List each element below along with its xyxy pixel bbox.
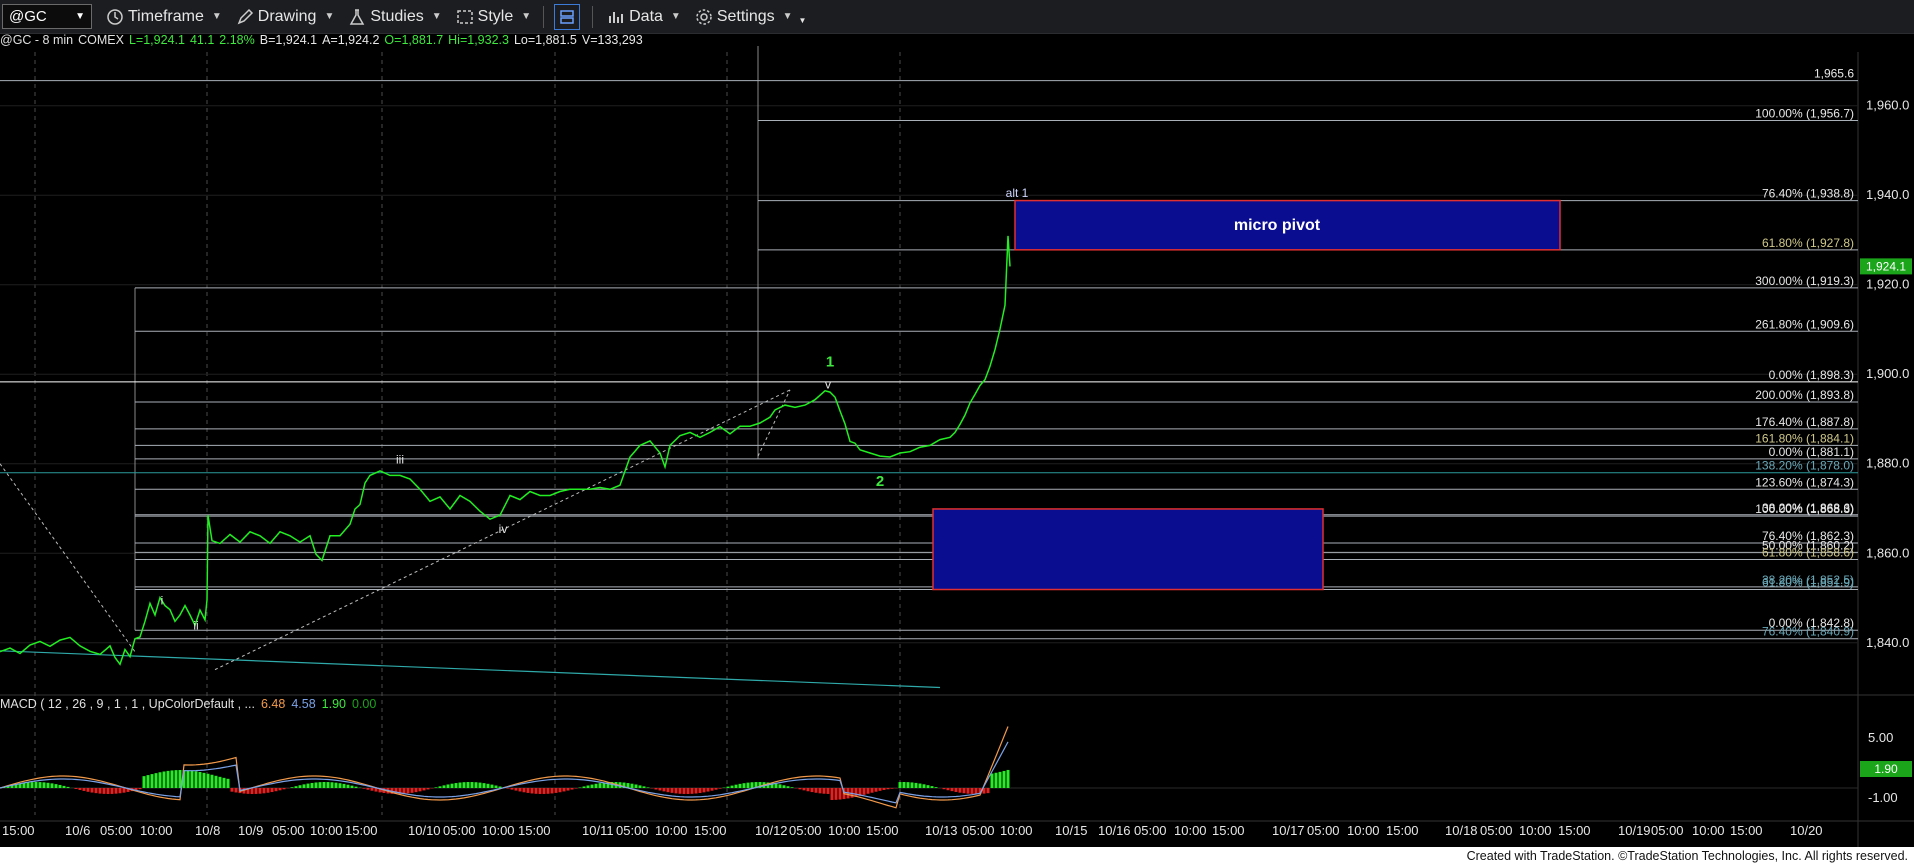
time-tick-label: 15:00	[1730, 823, 1763, 838]
retracement-label: 300.00% (1,919.3)	[1755, 274, 1854, 288]
time-tick-label: 10:00	[310, 823, 343, 838]
time-tick-label: 05:00	[616, 823, 649, 838]
time-tick-label: 10/20	[1790, 823, 1823, 838]
price-chart[interactable]: 1,840.0 1,860.0 1,880.0 1,900.0 1,920.0 1,940…	[0, 0, 1914, 847]
macd-value: 6.48	[260, 697, 286, 711]
time-tick-label: 10:00	[1000, 823, 1033, 838]
retracement-label: 200.00% (1,893.8)	[1755, 388, 1854, 402]
retracement-label: 1,965.6	[1814, 67, 1854, 81]
retracement-label: 138.20% (1,878.0)	[1755, 459, 1854, 473]
price-tick-label: 1,940.0	[1866, 187, 1909, 202]
time-tick-label: 15:00	[518, 823, 551, 838]
time-tick-label: 10/10	[408, 823, 441, 838]
support-box	[932, 508, 1324, 591]
retracement-label: 123.60% (1,874.3)	[1755, 475, 1854, 489]
time-tick-label: 10/6	[65, 823, 90, 838]
time-tick-label: 10:00	[1174, 823, 1207, 838]
time-tick-label: 10:00	[482, 823, 515, 838]
retracement-label: 61.80% (1,858.6)	[1762, 546, 1854, 560]
time-tick-label: 05:00	[962, 823, 995, 838]
retracement-label: 161.80% (1,884.1)	[1755, 431, 1854, 445]
time-tick-label: 10:00	[1692, 823, 1725, 838]
price-tick-label: 1,960.0	[1866, 98, 1909, 113]
time-tick-label: 10/12	[755, 823, 788, 838]
price-tick-label: 1,900.0	[1866, 366, 1909, 381]
time-tick-label: 05:00	[1651, 823, 1684, 838]
price-tick-label: 1,840.0	[1866, 635, 1909, 650]
copyright-text: Created with TradeStation. ©TradeStation…	[1466, 849, 1908, 863]
micro-pivot-label: micro pivot	[1234, 217, 1321, 234]
time-tick-label: 10/16	[1098, 823, 1131, 838]
time-tick-label: 15:00	[1212, 823, 1245, 838]
retracement-label: 0.00% (1,898.3)	[1769, 368, 1854, 382]
time-tick-label: 10/8	[195, 823, 220, 838]
wave-ii-label: ii	[193, 618, 198, 632]
wave-i-label: i	[161, 594, 164, 608]
time-tick-label: 05:00	[1480, 823, 1513, 838]
wave-alt1-label: alt 1	[1006, 186, 1029, 200]
macd-tick-label: 5.00	[1868, 730, 1893, 745]
wave-2-label: 2	[876, 473, 884, 490]
wave-iii-label: iii	[396, 453, 404, 467]
retracement-label: 0.00% (1,881.1)	[1769, 445, 1854, 459]
retracement-label: 38.20% (1,868.6)	[1762, 501, 1854, 515]
time-tick-label: 05:00	[1307, 823, 1340, 838]
time-tick-label: 10:00	[1347, 823, 1380, 838]
retracement-label: 61.80% (1,927.8)	[1762, 236, 1854, 250]
time-tick-label: 05:00	[100, 823, 133, 838]
time-tick-label: 10/13	[925, 823, 958, 838]
time-tick-label: 10/11	[582, 823, 614, 838]
price-tick-label: 1,920.0	[1866, 277, 1909, 292]
time-tick-label: 10/19	[1618, 823, 1651, 838]
time-tick-label: 05:00	[1134, 823, 1167, 838]
time-tick-label: 15:00	[1386, 823, 1419, 838]
macd-header: MACD ( 12 , 26 , 9 , 1 , 1 , UpColorDefa…	[0, 697, 382, 711]
time-tick-label: 10:00	[828, 823, 861, 838]
time-tick-label: 05:00	[272, 823, 305, 838]
macd-zero-value: 0.00	[352, 697, 377, 711]
retracement-label: 176.40% (1,887.8)	[1755, 415, 1854, 429]
retracement-label: 261.80% (1,909.6)	[1755, 317, 1854, 331]
last-price-label: 1,924.1	[1866, 259, 1906, 273]
time-tick-label: 10/18	[1445, 823, 1478, 838]
time-tick-label: 05:00	[789, 823, 822, 838]
footer: Created with TradeStation. ©TradeStation…	[0, 847, 1914, 865]
retracement-label: 76.40% (1,840.9)	[1762, 625, 1854, 639]
time-tick-label: 10/17	[1272, 823, 1305, 838]
time-tick-label: 10:00	[140, 823, 173, 838]
time-tick-label: 10:00	[655, 823, 688, 838]
time-tick-label: 15:00	[1558, 823, 1591, 838]
price-pane	[0, 52, 1914, 692]
macd-diff-value: 1.90	[321, 697, 346, 711]
macd-label: MACD ( 12 , 26 , 9 , 1 , 1 , UpColorDefa…	[0, 697, 255, 711]
time-tick-label: 15:00	[694, 823, 727, 838]
time-tick-label: 15:00	[866, 823, 899, 838]
retracement-label: 76.40% (1,938.8)	[1762, 187, 1854, 201]
time-tick-label: 10/9	[238, 823, 263, 838]
time-tick-label: 10/15	[1055, 823, 1088, 838]
macd-pane	[0, 697, 1914, 821]
wave-1-label: 1	[826, 354, 834, 371]
time-tick-label: 15:00	[345, 823, 378, 838]
wave-v-label: v	[825, 378, 831, 392]
retracement-label: 100.00% (1,956.7)	[1755, 106, 1854, 120]
time-tick-label: 05:00	[443, 823, 476, 838]
macd-avg-value: 4.58	[291, 697, 316, 711]
price-tick-label: 1,860.0	[1866, 545, 1909, 560]
retracement-label: 61.80% (1,851.9)	[1762, 576, 1854, 590]
price-tick-label: 1,880.0	[1866, 456, 1909, 471]
macd-last-label: 1.90	[1874, 762, 1898, 776]
macd-tick-label: -1.00	[1868, 790, 1898, 805]
time-tick-label: 15:00	[2, 823, 35, 838]
time-tick-label: 10:00	[1519, 823, 1552, 838]
wave-iv-label: iv	[499, 522, 508, 536]
